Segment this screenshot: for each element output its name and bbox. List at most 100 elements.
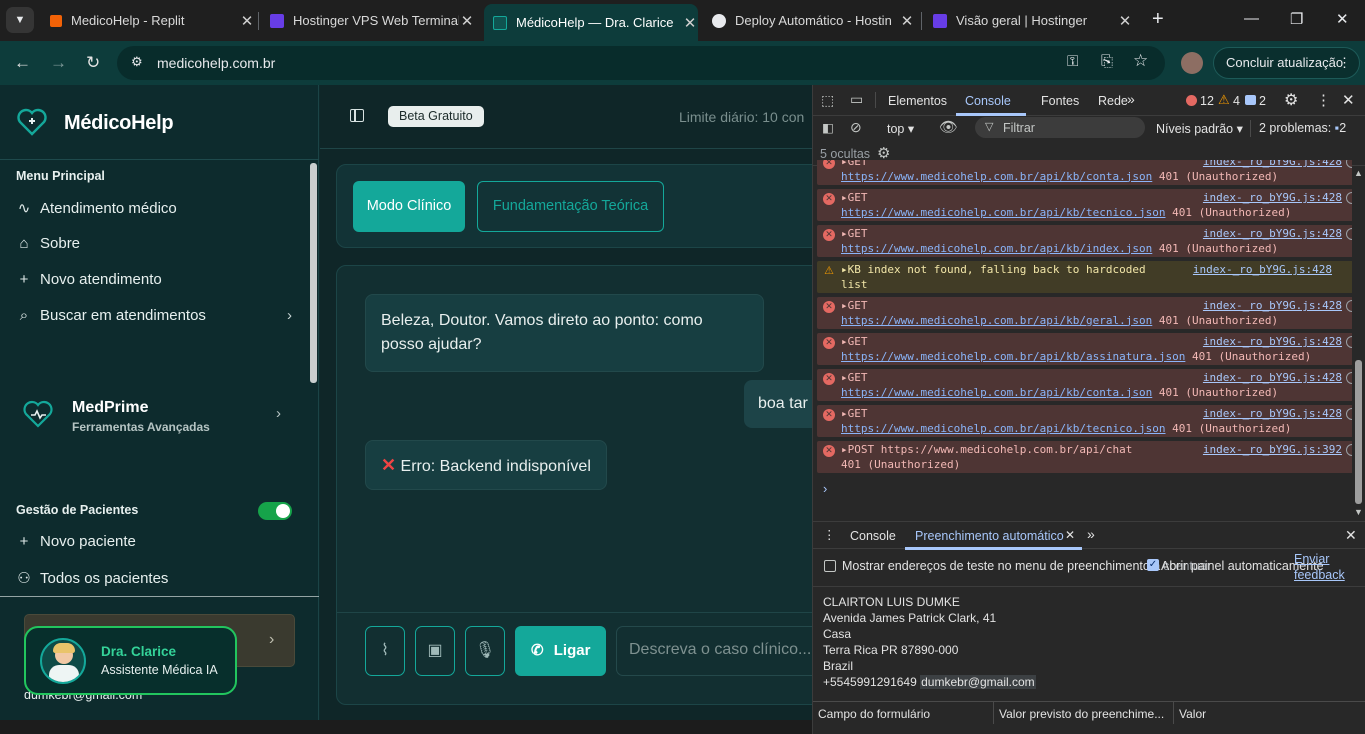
network-request-icon[interactable] [1346,336,1352,348]
close-icon[interactable]: ✕ [1065,528,1075,542]
console-filter-input[interactable]: ▽ Filtrar [975,117,1145,138]
attach-button[interactable]: ⌇ [365,626,405,676]
close-icon[interactable]: ✕ [459,12,475,30]
site-info-icon[interactable]: ⚙ [131,54,143,70]
close-icon[interactable]: ✕ [899,12,915,30]
log-source-link[interactable]: index-_ro_bY9G.js:428 [1203,191,1342,206]
image-button[interactable]: ▣ [415,626,455,676]
scroll-down-icon[interactable]: ▼ [1354,507,1363,517]
password-key-icon[interactable]: ⚿ [1067,53,1078,70]
open-panel-checkbox[interactable]: ✓ [1147,559,1159,571]
log-url[interactable]: https://www.medicohelp.com.br/api/kb/tec… [841,206,1166,219]
sidebar-toggle-icon[interactable]: ◧ [822,120,834,135]
minimize-icon[interactable]: — [1244,10,1259,27]
console-error-entry[interactable]: ✕ ▸GET https://www.medicohelp.com.br/api/k… [817,189,1352,221]
reload-icon[interactable]: ↻ [86,53,100,73]
network-request-icon[interactable] [1346,160,1352,168]
back-icon[interactable]: ← [14,53,31,73]
close-icon[interactable]: ✕ [1117,12,1133,30]
more-tabs-icon[interactable]: » [1127,91,1135,107]
sidebar-toggle-icon[interactable] [350,109,364,122]
tab-console[interactable]: Console [965,94,1011,108]
log-url[interactable]: https://www.medicohelp.com.br/api/kb/con… [841,170,1152,183]
console-prompt-icon[interactable]: › [823,481,827,496]
log-source-link[interactable]: index-_ro_bY9G.js:428 [1203,299,1342,314]
console-error-entry[interactable]: ✕ ▸POST https://www.medicohelp.com.br/api… [817,441,1352,473]
console-error-entry[interactable]: ✕ ▸GET https://www.medicohelp.com.br/api/k… [817,160,1352,185]
close-icon[interactable]: ✕ [682,14,698,32]
devtools-close-icon[interactable]: ✕ [1342,91,1355,109]
log-url[interactable]: https://www.medicohelp.com.br/api/kb/ass… [841,350,1185,363]
sidebar-item-novo-atendimento[interactable]: + Novo atendimento [16,271,162,288]
tab-fontes[interactable]: Fontes [1041,94,1079,108]
network-request-icon[interactable] [1346,444,1352,456]
log-source-link[interactable]: index-_ro_bY9G.js:428 [1203,335,1342,350]
log-source-link[interactable]: index-_ro_bY9G.js:428 [1203,407,1342,422]
info-count[interactable]: 2 [1259,94,1266,108]
tab-hostinger-overview[interactable]: Visão geral | Hostinger ✕ [933,6,1133,35]
inspect-icon[interactable]: ⬚ [821,92,834,109]
sidebar-scrollbar[interactable] [310,163,317,383]
mode-clinico-button[interactable]: Modo Clínico [353,181,465,232]
sidebar-item-todos-pacientes[interactable]: ⚇ Todos os pacientes [16,569,168,588]
more-tabs-icon[interactable]: » [1087,526,1095,542]
install-app-icon[interactable]: ⎘ [1101,53,1113,70]
tab-search-button[interactable]: ▼ [6,7,34,33]
restore-icon[interactable]: ❐ [1290,10,1303,28]
console-warning-entry[interactable]: ⚠ ▸KB index not found, falling back to ha… [817,261,1352,293]
log-url[interactable]: https://www.medicohelp.com.br/api/kb/con… [841,386,1152,399]
sidebar-item-sobre[interactable]: ⌂ Sobre [16,235,80,252]
log-url[interactable]: https://www.medicohelp.com.br/api/kb/ind… [841,242,1152,255]
close-icon[interactable]: ✕ [239,12,255,30]
console-error-entry[interactable]: ✕ ▸GET https://www.medicohelp.com.br/api/k… [817,369,1352,401]
log-source-link[interactable]: index-_ro_bY9G.js:428 [1193,263,1332,278]
live-expression-eye-icon[interactable]: 👁︎ [939,118,958,136]
network-request-icon[interactable] [1346,228,1352,240]
tab-hostinger-terminal[interactable]: Hostinger VPS Web Terminal ✕ [270,6,475,35]
feedback-link[interactable]: Enviar feedback [1294,551,1354,583]
issues-button[interactable]: 2 problemas: ▪2 [1259,121,1346,135]
log-source-link[interactable]: index-_ro_bY9G.js:428 [1203,160,1342,170]
tab-replit[interactable]: MedicoHelp - Replit ✕ [50,6,255,35]
network-request-icon[interactable] [1346,372,1352,384]
patients-toggle[interactable] [258,502,292,520]
console-error-entry[interactable]: ✕ ▸GET https://www.medicohelp.com.br/api/k… [817,297,1352,329]
network-request-icon[interactable] [1346,408,1352,420]
log-source-link[interactable]: index-_ro_bY9G.js:428 [1203,371,1342,386]
tab-rede[interactable]: Rede [1098,94,1128,108]
drawer-close-icon[interactable]: ✕ [1345,527,1357,544]
assistant-card[interactable]: Dra. Clarice Assistente Médica IA [24,626,237,695]
show-test-checkbox[interactable] [824,560,836,572]
drawer-tab-autofill[interactable]: Preenchimento automático [915,529,1064,543]
warning-count[interactable]: 4 [1233,94,1240,108]
network-request-icon[interactable] [1346,192,1352,204]
log-source-link[interactable]: index-_ro_bY9G.js:392 [1203,443,1342,458]
log-url[interactable]: https://www.medicohelp.com.br/api/kb/tec… [841,422,1166,435]
scroll-up-icon[interactable]: ▲ [1354,168,1363,178]
window-close-icon[interactable]: ✕ [1336,10,1349,28]
console-error-entry[interactable]: ✕ ▸GET https://www.medicohelp.com.br/api/k… [817,225,1352,257]
context-select[interactable]: top ▾ [887,121,914,136]
devtools-menu-icon[interactable]: ⋮ [1316,91,1331,109]
levels-select[interactable]: Níveis padrão ▾ [1156,121,1243,136]
sidebar-item-novo-paciente[interactable]: + Novo paciente [16,533,136,550]
mode-teorica-button[interactable]: Fundamentação Teórica [477,181,664,232]
settings-gear-icon[interactable]: ⚙ [1284,90,1298,110]
new-tab-icon[interactable]: + [1152,8,1164,31]
tab-github-deploy[interactable]: Deploy Automático - Hostin ✕ [712,6,915,35]
error-count[interactable]: 12 [1200,94,1214,108]
log-source-link[interactable]: index-_ro_bY9G.js:428 [1203,227,1342,242]
device-toggle-icon[interactable]: ▭ [850,91,863,108]
sidebar-item-buscar[interactable]: ⌕ Buscar em atendimentos › [16,307,292,324]
tab-elementos[interactable]: Elementos [888,94,947,108]
sidebar-item-atendimento[interactable]: ∿ Atendimento médico [16,199,177,218]
drawer-tab-console[interactable]: Console [850,529,896,543]
console-error-entry[interactable]: ✕ ▸GET https://www.medicohelp.com.br/api/k… [817,405,1352,437]
call-button[interactable]: ✆ Ligar [515,626,606,676]
bookmark-star-icon[interactable]: ☆ [1133,51,1148,71]
profile-avatar[interactable] [1181,52,1203,74]
network-request-icon[interactable] [1346,300,1352,312]
case-input[interactable]: Descreva o caso clínico... [616,626,827,676]
console-scrollbar[interactable] [1355,360,1362,504]
mic-button[interactable]: 🎙︎ [465,626,505,676]
